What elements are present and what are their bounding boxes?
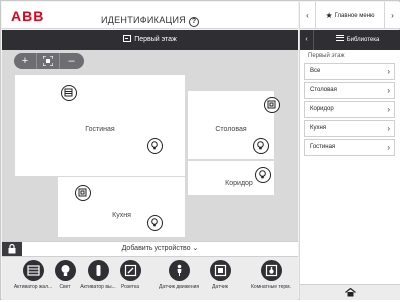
- app-window: ABB ИДЕНТИФИКАЦИЯ? ‹ ★ Главное меню › Пер…: [0, 0, 400, 300]
- palette-socket[interactable]: Розетка: [110, 260, 150, 290]
- add-device-button[interactable]: Добавить устройство ⌄: [22, 242, 298, 256]
- library-item-label: Гостиная: [310, 144, 336, 150]
- blind-device-marker[interactable]: [61, 85, 77, 101]
- library-item-label: Столовая: [310, 87, 337, 93]
- library-title: Библиотека: [314, 30, 400, 50]
- palette-label: Датчик: [212, 284, 228, 290]
- library-title-label: Библиотека: [346, 37, 380, 43]
- switch-icon: [78, 188, 87, 197]
- blind-icon: [64, 88, 73, 97]
- floor-icon: [123, 35, 132, 42]
- switch-device-marker[interactable]: [75, 185, 91, 201]
- bulb-icon: [257, 141, 264, 150]
- star-icon: ★: [325, 11, 333, 20]
- main-menu-label: Главное меню: [334, 13, 375, 19]
- header: ABB ИДЕНТИФИКАЦИЯ?: [2, 2, 298, 29]
- chevron-right-icon: ›: [387, 67, 390, 76]
- light-device-marker[interactable]: [147, 138, 163, 154]
- chevron-right-icon: ›: [387, 105, 390, 114]
- palette-label: Комнатные терм...: [251, 284, 291, 290]
- palette-sensor[interactable]: Датчик: [200, 260, 240, 290]
- palette-room-thermostat[interactable]: Комнатные терм...: [251, 260, 291, 290]
- blind-actuator-icon: [22, 260, 44, 281]
- library-item-label: Все: [310, 68, 321, 74]
- library-item-corridor[interactable]: Коридор ›: [304, 101, 395, 118]
- bulb-icon: [259, 170, 266, 179]
- nav-next-button[interactable]: ›: [384, 2, 400, 29]
- chevron-right-icon: ›: [387, 124, 390, 133]
- bulb-icon: [151, 141, 158, 150]
- add-device-bar: Добавить устройство ⌄: [2, 241, 298, 257]
- lock-button[interactable]: [2, 242, 22, 256]
- room-thermostat-icon: [260, 260, 282, 281]
- fit-screen-icon: [42, 55, 54, 67]
- room-living-room[interactable]: Гостиная: [15, 75, 185, 176]
- motion-sensor-icon: [168, 260, 190, 281]
- library-header: ‹ Библиотека: [300, 30, 400, 50]
- palette-motion-sensor[interactable]: Датчик движения: [159, 260, 199, 290]
- library-icon: [335, 35, 344, 41]
- device-palette: Активатор жал... Свет Активатор вы... Ро…: [2, 257, 298, 300]
- top-navigation: ‹ ★ Главное меню ›: [299, 2, 400, 29]
- main-menu-button[interactable]: ★ Главное меню: [317, 2, 383, 29]
- sensor-icon: [209, 260, 231, 281]
- socket-icon: [119, 260, 141, 281]
- page-title: ИДЕНТИФИКАЦИЯ: [100, 15, 187, 25]
- help-icon[interactable]: ?: [189, 17, 200, 27]
- library-item-kitchen[interactable]: Кухня ›: [304, 120, 395, 137]
- nav-prev-button[interactable]: ‹: [300, 2, 316, 29]
- library-item-living-room[interactable]: Гостиная ›: [304, 139, 395, 156]
- light-device-marker[interactable]: [253, 138, 269, 154]
- zoom-out-button[interactable]: –: [60, 53, 83, 69]
- fit-screen-button[interactable]: [37, 53, 60, 69]
- home-icon: [345, 287, 356, 297]
- library-item-all[interactable]: Все ›: [304, 63, 395, 80]
- light-device-marker[interactable]: [147, 215, 163, 231]
- switch-icon: [267, 100, 276, 109]
- library-item-label: Коридор: [310, 106, 334, 112]
- palette-label: Датчик движения: [159, 284, 199, 290]
- zoom-controls: + –: [14, 53, 84, 69]
- floor-name: Первый этаж: [134, 36, 177, 43]
- lock-icon: [8, 244, 16, 254]
- bulb-icon: [151, 218, 158, 227]
- page-title-wrap: ИДЕНТИФИКАЦИЯ?: [2, 10, 298, 28]
- floor-bar[interactable]: Первый этаж: [2, 30, 298, 50]
- home-button[interactable]: [300, 284, 400, 300]
- zoom-in-button[interactable]: +: [14, 53, 37, 69]
- palette-label: Розетка: [120, 284, 140, 290]
- switch-device-marker[interactable]: [264, 97, 280, 113]
- chevron-right-icon: ›: [387, 143, 390, 152]
- library-panel: ‹ Библиотека Первый этаж Все › Столовая › …: [299, 30, 400, 300]
- room-label: Столовая: [215, 126, 247, 133]
- library-item-label: Кухня: [310, 125, 327, 131]
- library-section-label: Первый этаж: [308, 53, 345, 59]
- light-icon: [54, 260, 76, 281]
- library-item-dining-room[interactable]: Столовая ›: [304, 82, 395, 99]
- library-back-button[interactable]: ‹: [300, 30, 314, 50]
- chevron-right-icon: ›: [387, 86, 390, 95]
- room-label: Гостиная: [85, 126, 115, 133]
- room-label: Кухня: [112, 212, 131, 219]
- switch-actuator-icon: [87, 260, 109, 281]
- light-device-marker[interactable]: [255, 167, 271, 183]
